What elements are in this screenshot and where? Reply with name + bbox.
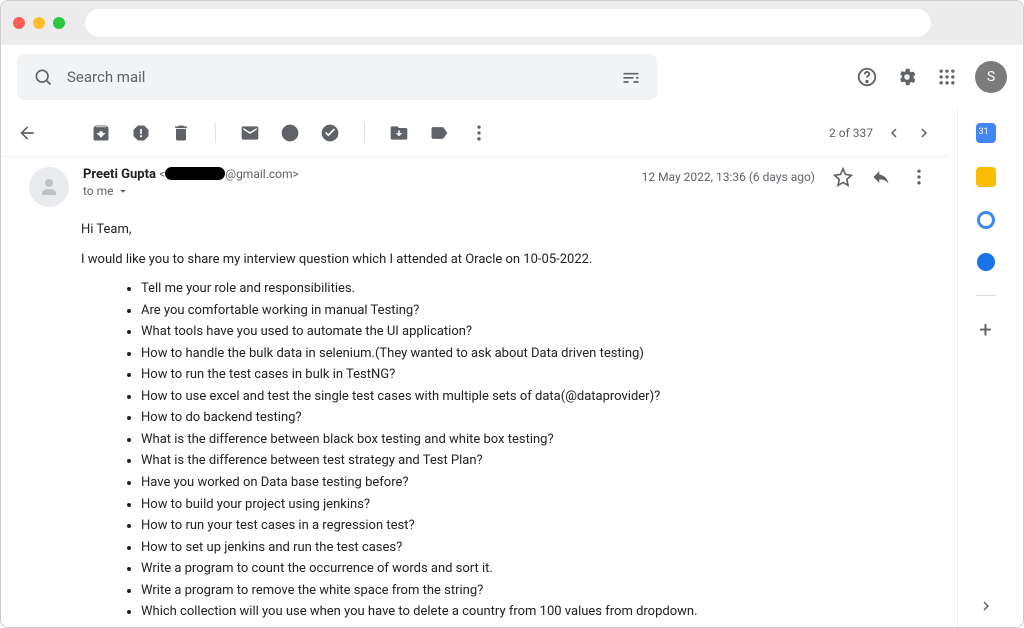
delete-icon[interactable] xyxy=(171,123,191,143)
sender-address: <@gmail.com> xyxy=(159,167,299,181)
calendar-addon-icon[interactable] xyxy=(976,123,996,143)
mark-unread-icon[interactable] xyxy=(240,123,260,143)
list-item: How to build your project using jenkins? xyxy=(141,496,929,514)
close-window-button[interactable] xyxy=(13,17,25,29)
email-body: Hi Team, I would like you to share my in… xyxy=(1,207,957,628)
avatar-initial: S xyxy=(987,69,995,85)
hide-sidepanel-icon[interactable] xyxy=(977,597,995,615)
apps-icon[interactable] xyxy=(935,65,959,89)
list-item: Which collection will you use when you h… xyxy=(141,603,929,621)
search-options-icon[interactable] xyxy=(619,65,643,89)
report-spam-icon[interactable] xyxy=(131,123,151,143)
settings-icon[interactable] xyxy=(895,65,919,89)
list-item: What is the difference between test stra… xyxy=(141,452,929,470)
account-avatar[interactable]: S xyxy=(975,61,1007,93)
back-icon[interactable] xyxy=(17,123,37,143)
message-more-icon[interactable] xyxy=(909,167,929,187)
list-item: How to run the test cases in bulk in Tes… xyxy=(141,366,929,384)
newer-icon[interactable] xyxy=(915,124,933,142)
sender-name: Preeti Gupta xyxy=(83,167,156,182)
star-icon[interactable] xyxy=(833,167,853,187)
list-item: Write a program to count the occurrence … xyxy=(141,560,929,578)
list-item: Tell me your role and responsibilities. xyxy=(141,280,929,298)
list-item: How to do backend testing? xyxy=(141,409,929,427)
get-addons-icon[interactable]: + xyxy=(979,320,991,342)
side-panel: + xyxy=(957,109,1013,628)
older-icon[interactable] xyxy=(885,124,903,142)
message-counter: 2 of 337 xyxy=(829,126,873,140)
reply-icon[interactable] xyxy=(871,167,891,187)
list-item: Are you comfortable working in manual Te… xyxy=(141,302,929,320)
list-item: What is the difference between black box… xyxy=(141,431,929,449)
expand-recipients-icon[interactable] xyxy=(116,184,130,198)
search-icon xyxy=(31,65,55,89)
search-placeholder: Search mail xyxy=(67,68,619,86)
list-item: How to use excel and test the single tes… xyxy=(141,388,929,406)
recipient-line[interactable]: to me xyxy=(83,184,299,198)
url-bar[interactable] xyxy=(85,9,931,37)
archive-icon[interactable] xyxy=(91,123,111,143)
traffic-lights xyxy=(13,17,65,29)
list-item: Have you worked on Data base testing bef… xyxy=(141,474,929,492)
window-title-bar xyxy=(1,1,1023,45)
side-separator xyxy=(976,295,996,296)
snooze-icon[interactable] xyxy=(280,123,300,143)
message-toolbar: 2 of 337 xyxy=(1,109,949,157)
list-item: How to run your test cases in a regressi… xyxy=(141,517,929,535)
keep-addon-icon[interactable] xyxy=(976,167,996,187)
minimize-window-button[interactable] xyxy=(33,17,45,29)
email-header: Preeti Gupta <@gmail.com> to me 12 May 2… xyxy=(1,157,957,207)
support-icon[interactable] xyxy=(855,65,879,89)
labels-icon[interactable] xyxy=(429,123,449,143)
more-icon[interactable] xyxy=(469,123,489,143)
app-header: Search mail S xyxy=(1,45,1023,109)
body-intro: I would like you to share my interview q… xyxy=(81,251,929,269)
message-timestamp: 12 May 2022, 13:36 (6 days ago) xyxy=(642,170,815,184)
body-bullet-list: Tell me your role and responsibilities. A… xyxy=(81,280,929,628)
body-greeting: Hi Team, xyxy=(81,221,929,239)
list-item: How to handle the bulk data in selenium.… xyxy=(141,345,929,363)
search-input[interactable]: Search mail xyxy=(17,54,657,100)
contacts-addon-icon[interactable] xyxy=(977,253,995,271)
add-to-tasks-icon[interactable] xyxy=(320,123,340,143)
list-item: What tools have you used to automate the… xyxy=(141,323,929,341)
redacted-address xyxy=(165,167,225,180)
maximize-window-button[interactable] xyxy=(53,17,65,29)
move-to-icon[interactable] xyxy=(389,123,409,143)
list-item: Write a program to remove the white spac… xyxy=(141,582,929,600)
list-item: How to set up jenkins and run the test c… xyxy=(141,539,929,557)
sender-avatar[interactable] xyxy=(29,167,69,207)
tasks-addon-icon[interactable] xyxy=(977,211,995,229)
